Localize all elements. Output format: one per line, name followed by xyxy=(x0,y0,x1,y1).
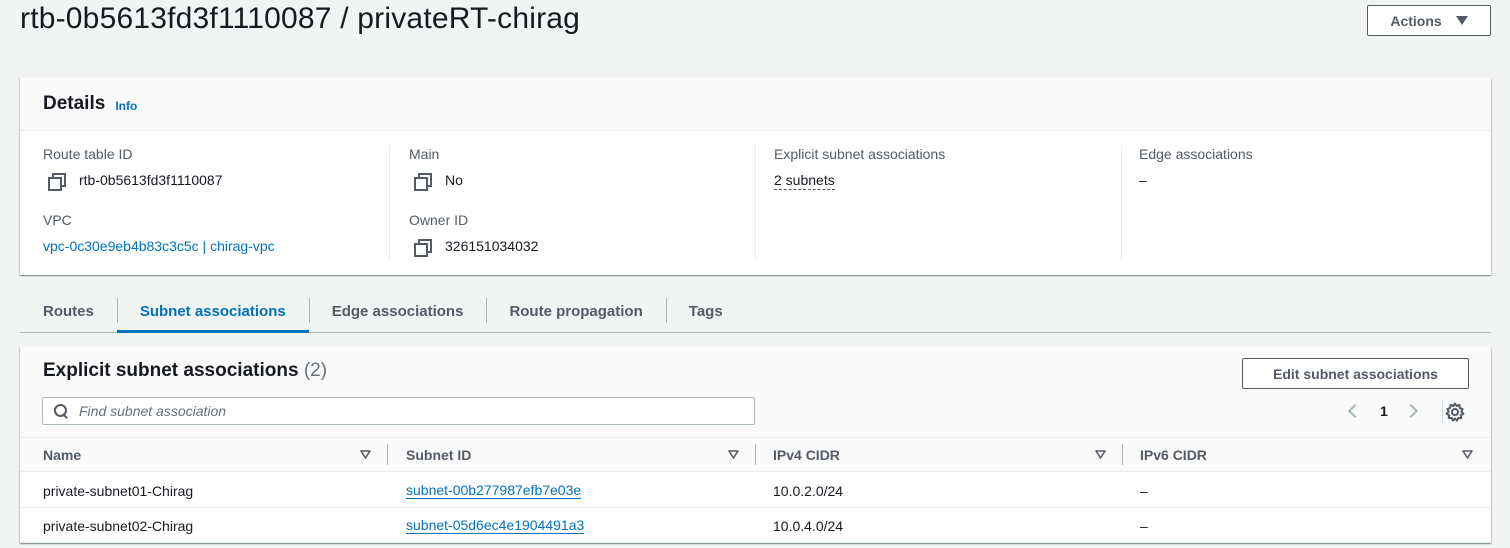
tab-routes[interactable]: Routes xyxy=(20,291,117,332)
column-divider xyxy=(1122,444,1123,465)
table-row: private-subnet02-Chirag subnet-05d6ec4e1… xyxy=(20,508,1491,543)
actions-button-label: Actions xyxy=(1390,12,1442,29)
edge-associations-label: Edge associations xyxy=(1139,146,1253,162)
details-panel: Details Info Route table ID rtb-0b5613fd… xyxy=(20,78,1491,275)
tab-edge-associations[interactable]: Edge associations xyxy=(308,291,487,332)
caret-down-icon xyxy=(1455,16,1468,25)
subnet-name-cell: private-subnet02-Chirag xyxy=(43,517,194,534)
sort-icon[interactable] xyxy=(1095,450,1106,459)
column-header-name[interactable]: Name xyxy=(43,438,81,472)
info-link[interactable]: Info xyxy=(115,99,137,113)
table-header: Name Subnet ID IPv4 CIDR IPv6 CIDR xyxy=(20,438,1491,472)
route-table-id-text: rtb-0b5613fd3f1110087 xyxy=(79,172,223,188)
column-divider xyxy=(389,145,390,260)
edit-subnet-associations-button[interactable]: Edit subnet associations xyxy=(1242,358,1469,389)
tab-subnet-associations[interactable]: Subnet associations xyxy=(116,291,309,333)
route-table-id-value: rtb-0b5613fd3f1110087 xyxy=(48,172,223,191)
column-header-ipv4-cidr[interactable]: IPv4 CIDR xyxy=(773,438,840,472)
ipv4-cidr-cell: 10.0.4.0/24 xyxy=(773,517,844,534)
subnet-panel-title: Explicit subnet associations (2) xyxy=(43,360,327,382)
explicit-associations-value: 2 subnets xyxy=(774,172,835,190)
main-value-text: No xyxy=(445,172,463,188)
subnet-panel-header: Explicit subnet associations (2) Edit su… xyxy=(20,347,1491,438)
copy-icon[interactable] xyxy=(414,173,432,191)
column-divider xyxy=(755,444,756,465)
column-divider xyxy=(387,444,388,465)
edge-associations-value: – xyxy=(1139,172,1147,188)
tab-bar: Routes Subnet associations Edge associat… xyxy=(20,291,1491,333)
column-header-ipv6-cidr[interactable]: IPv6 CIDR xyxy=(1140,438,1207,472)
column-divider xyxy=(1121,145,1122,260)
sort-icon[interactable] xyxy=(728,450,739,459)
subnet-id-link[interactable]: subnet-00b277987efb7e03e xyxy=(406,482,582,499)
subnet-id-cell: subnet-00b277987efb7e03e xyxy=(406,473,582,508)
chevron-left-icon[interactable] xyxy=(1347,403,1363,419)
details-column-edge: Edge associations – xyxy=(1139,131,1484,275)
subnet-name-cell: private-subnet01-Chirag xyxy=(43,482,194,499)
vpc-link[interactable]: vpc-0c30e9eb4b83c3c5c | chirag-vpc xyxy=(43,238,275,254)
sort-icon[interactable] xyxy=(360,450,371,459)
subnet-panel-title-text: Explicit subnet associations xyxy=(43,360,299,381)
explicit-associations-label: Explicit subnet associations xyxy=(774,146,946,162)
vpc-label: VPC xyxy=(43,212,72,228)
tab-tags[interactable]: Tags xyxy=(665,291,746,332)
details-column-explicit: Explicit subnet associations 2 subnets xyxy=(774,131,1119,275)
ipv6-cidr-cell: – xyxy=(1140,517,1148,534)
search-icon xyxy=(54,404,68,418)
explicit-associations-link[interactable]: 2 subnets xyxy=(774,172,835,190)
sort-icon[interactable] xyxy=(1462,450,1473,459)
details-title: Details xyxy=(43,93,106,114)
main-label: Main xyxy=(409,146,440,162)
details-column-main: Main No Owner ID 326151034032 xyxy=(409,131,754,275)
tab-route-propagation[interactable]: Route propagation xyxy=(486,291,665,332)
table-row: private-subnet01-Chirag subnet-00b277987… xyxy=(20,473,1491,508)
subnet-associations-panel: Explicit subnet associations (2) Edit su… xyxy=(20,347,1491,543)
pagination-divider xyxy=(1442,399,1443,423)
chevron-right-icon[interactable] xyxy=(1403,403,1418,419)
column-header-subnet-id[interactable]: Subnet ID xyxy=(406,438,471,472)
copy-icon[interactable] xyxy=(414,239,432,257)
copy-icon[interactable] xyxy=(48,173,66,191)
details-header: Details Info xyxy=(20,78,1491,131)
page-number[interactable]: 1 xyxy=(1380,403,1388,419)
details-column-route-table: Route table ID rtb-0b5613fd3f1110087 VPC… xyxy=(43,131,388,275)
owner-id-value: 326151034032 xyxy=(414,238,539,257)
owner-id-text: 326151034032 xyxy=(445,238,539,254)
page-title: rtb-0b5613fd3f1110087 / privateRT-chirag xyxy=(20,2,581,35)
ipv4-cidr-cell: 10.0.2.0/24 xyxy=(773,482,844,499)
owner-id-label: Owner ID xyxy=(409,212,469,228)
search-input[interactable] xyxy=(79,403,719,419)
subnet-count: (2) xyxy=(303,360,328,381)
subnet-id-link[interactable]: subnet-05d6ec4e1904491a3 xyxy=(406,517,585,534)
route-table-id-label: Route table ID xyxy=(43,146,133,162)
search-box xyxy=(42,397,755,425)
main-value: No xyxy=(414,172,463,191)
vpc-value: vpc-0c30e9eb4b83c3c5c | chirag-vpc xyxy=(43,238,275,254)
ipv6-cidr-cell: – xyxy=(1140,482,1148,499)
column-divider xyxy=(755,145,756,260)
gear-icon[interactable] xyxy=(1444,401,1466,423)
actions-button[interactable]: Actions xyxy=(1367,5,1491,36)
subnet-id-cell: subnet-05d6ec4e1904491a3 xyxy=(406,508,585,543)
pagination: 1 xyxy=(1340,399,1426,423)
